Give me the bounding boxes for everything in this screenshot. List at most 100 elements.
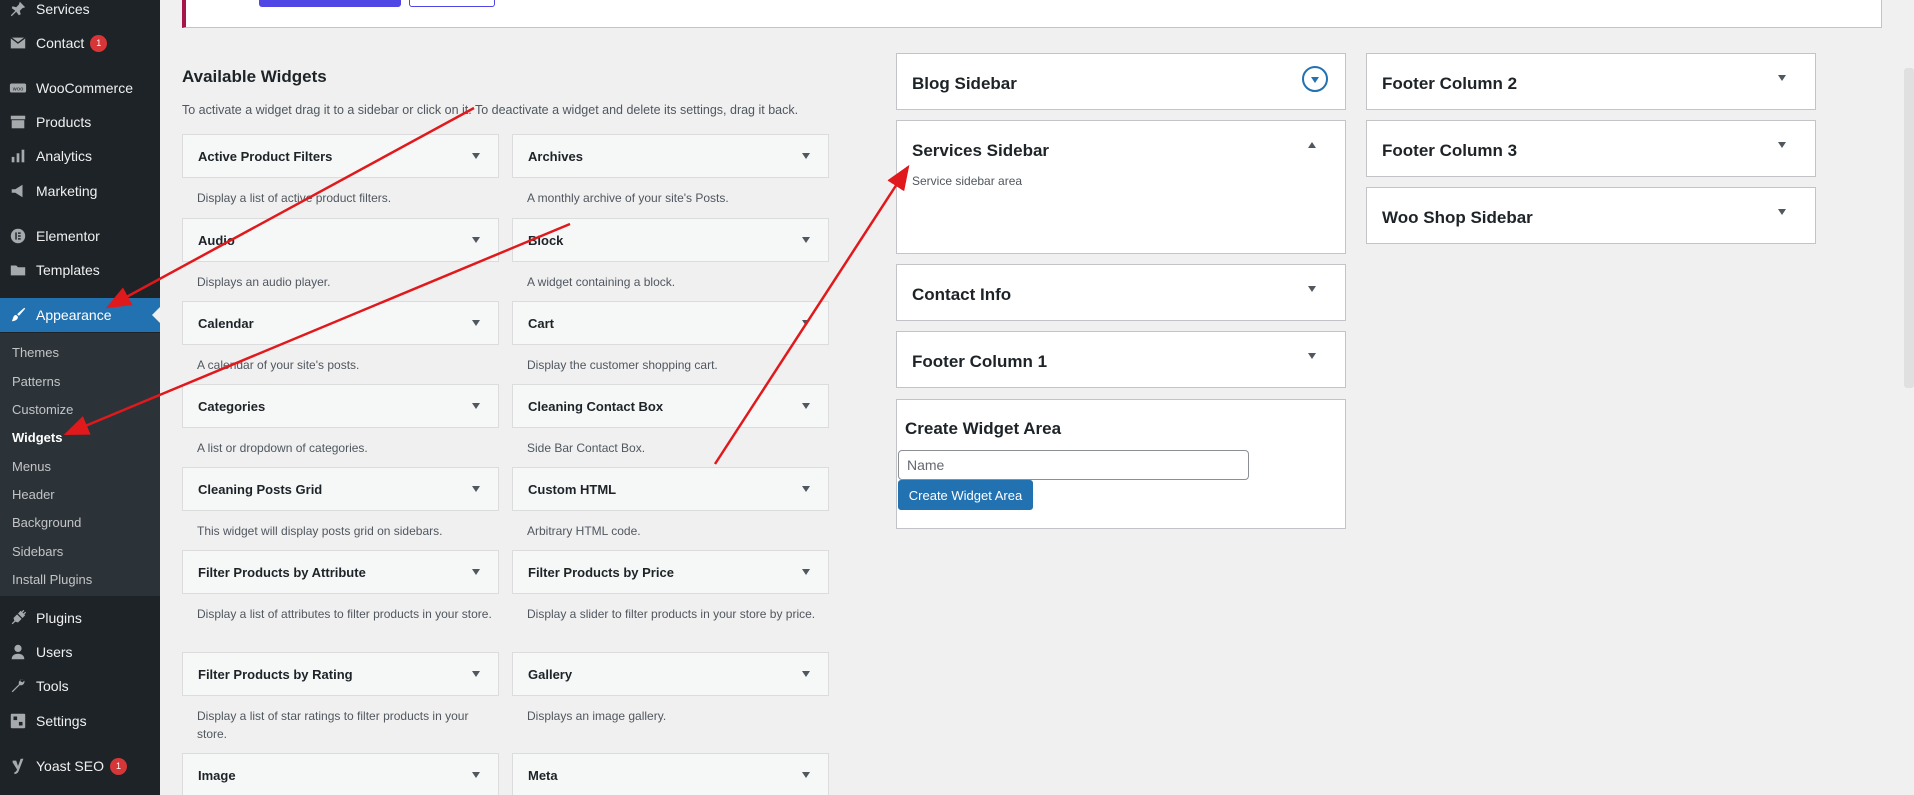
wrench-icon (0, 677, 36, 695)
submenu-header[interactable]: Header (12, 487, 55, 502)
sidebar-services-description: Service sidebar area (912, 174, 1023, 188)
widget-description: Display a list of attributes to filter p… (197, 607, 492, 621)
menu-woocommerce[interactable]: woo WooCommerce (0, 71, 160, 105)
create-widget-area-panel: Create Widget Area Create Widget Area (896, 399, 1346, 529)
submenu-menus[interactable]: Menus (12, 459, 51, 474)
submenu-background[interactable]: Background (12, 515, 81, 530)
caret-down-icon (472, 772, 480, 778)
widget-cleaning-posts-grid[interactable]: Cleaning Posts Grid (182, 467, 499, 511)
submenu-customize[interactable]: Customize (12, 402, 73, 417)
settings-icon (0, 712, 36, 730)
submenu-sidebars[interactable]: Sidebars (12, 544, 63, 559)
woocommerce-icon: woo (0, 79, 36, 97)
submenu-widgets[interactable]: Widgets (12, 430, 62, 445)
available-widgets-title: Available Widgets (182, 67, 327, 86)
widget-cleaning-contact-box[interactable]: Cleaning Contact Box (512, 384, 829, 428)
caret-down-icon (802, 569, 810, 575)
menu-templates[interactable]: Templates (0, 253, 160, 287)
submenu-patterns[interactable]: Patterns (12, 374, 60, 389)
widget-description: Displays an image gallery. (527, 709, 667, 723)
sidebar-blog[interactable]: Blog Sidebar (896, 53, 1346, 110)
widget-description: Display a list of active product filters… (197, 191, 392, 205)
widget-calendar[interactable]: Calendar (182, 301, 499, 345)
menu-products[interactable]: Products (0, 105, 160, 139)
caret-down-icon (472, 237, 480, 243)
elementor-icon (0, 227, 36, 245)
caret-up-icon[interactable] (1308, 142, 1316, 148)
submenu-install-plugins[interactable]: Install Plugins (12, 572, 92, 587)
caret-down-icon[interactable] (1778, 75, 1786, 81)
mail-icon (0, 34, 36, 52)
menu-services[interactable]: Services (0, 0, 160, 26)
widget-categories[interactable]: Categories (182, 384, 499, 428)
widget-image[interactable]: Image (182, 753, 499, 795)
menu-yoast-seo[interactable]: Yoast SEO 1 (0, 749, 160, 783)
widget-description: Arbitrary HTML code. (527, 524, 641, 538)
sidebar-services[interactable]: Services Sidebar Service sidebar area (896, 120, 1346, 254)
widget-audio[interactable]: Audio (182, 218, 499, 262)
appearance-submenu: Themes Patterns Customize Widgets Menus … (0, 333, 160, 596)
caret-down-icon (802, 237, 810, 243)
folder-icon (0, 261, 36, 279)
caret-down-icon[interactable] (1778, 209, 1786, 215)
page-scrollbar[interactable] (1904, 68, 1914, 388)
menu-elementor[interactable]: Elementor (0, 219, 160, 253)
menu-tools[interactable]: Tools (0, 669, 160, 703)
menu-plugins[interactable]: Plugins (0, 601, 160, 635)
bar-chart-icon (0, 147, 36, 165)
archive-icon (0, 113, 36, 131)
sidebar-footer-column-1[interactable]: Footer Column 1 (896, 331, 1346, 388)
widget-description: A widget containing a block. (527, 275, 676, 289)
menu-appearance[interactable]: Appearance (0, 298, 160, 332)
menu-analytics[interactable]: Analytics (0, 139, 160, 173)
available-widgets-description: To activate a widget drag it to a sideba… (182, 103, 799, 117)
widget-meta[interactable]: Meta (512, 753, 829, 795)
widget-description: A monthly archive of your site's Posts. (527, 191, 729, 205)
top-notice-box (182, 0, 1882, 28)
widget-description: Display the customer shopping cart. (527, 358, 718, 372)
create-widget-area-title: Create Widget Area (905, 419, 1062, 438)
create-widget-area-button[interactable]: Create Widget Area (898, 480, 1033, 510)
widget-block[interactable]: Block (512, 218, 829, 262)
menu-users[interactable]: Users (0, 635, 160, 669)
plug-icon (0, 609, 36, 627)
widget-cart[interactable]: Cart (512, 301, 829, 345)
widget-filter-products-by-attribute[interactable]: Filter Products by Attribute (182, 550, 499, 594)
widget-area-name-input[interactable] (898, 450, 1249, 480)
widget-description: A calendar of your site's posts. (197, 358, 360, 372)
caret-down-icon (472, 486, 480, 492)
widget-description: Display a list of star ratings to filter… (197, 709, 469, 741)
caret-down-icon (472, 671, 480, 677)
widget-description: A list or dropdown of categories. (197, 441, 368, 455)
notice-primary-button[interactable] (259, 0, 401, 7)
widget-archives[interactable]: Archives (512, 134, 829, 178)
caret-down-icon (472, 153, 480, 159)
toggle-circle-icon[interactable] (1302, 66, 1328, 92)
caret-down-icon (802, 403, 810, 409)
caret-down-icon[interactable] (1778, 142, 1786, 148)
caret-down-icon (802, 320, 810, 326)
sidebar-contact-info[interactable]: Contact Info (896, 264, 1346, 321)
sidebar-woo-shop[interactable]: Woo Shop Sidebar (1366, 187, 1816, 244)
widget-custom-html[interactable]: Custom HTML (512, 467, 829, 511)
notice-secondary-button[interactable] (409, 0, 495, 7)
yoast-badge: 1 (109, 757, 127, 775)
widget-filter-products-by-rating[interactable]: Filter Products by Rating (182, 652, 499, 696)
caret-down-icon[interactable] (1308, 286, 1316, 292)
widget-gallery[interactable]: Gallery (512, 652, 829, 696)
widget-filter-products-by-price[interactable]: Filter Products by Price (512, 550, 829, 594)
contact-badge: 1 (90, 34, 108, 52)
menu-marketing[interactable]: Marketing (0, 174, 160, 208)
widget-active-product-filters[interactable]: Active Product Filters (182, 134, 499, 178)
admin-sidebar: Services Contact 1 woo WooCommerce Produ… (0, 0, 160, 795)
svg-text:woo: woo (13, 86, 24, 92)
megaphone-icon (0, 182, 36, 200)
sidebar-footer-column-2[interactable]: Footer Column 2 (1366, 53, 1816, 110)
sidebar-footer-column-3[interactable]: Footer Column 3 (1366, 120, 1816, 177)
menu-settings[interactable]: Settings (0, 704, 160, 738)
submenu-themes[interactable]: Themes (12, 345, 59, 360)
widget-description: This widget will display posts grid on s… (197, 524, 443, 538)
widget-description: Displays an audio player. (197, 275, 331, 289)
menu-contact[interactable]: Contact 1 (0, 26, 160, 60)
caret-down-icon[interactable] (1308, 353, 1316, 359)
